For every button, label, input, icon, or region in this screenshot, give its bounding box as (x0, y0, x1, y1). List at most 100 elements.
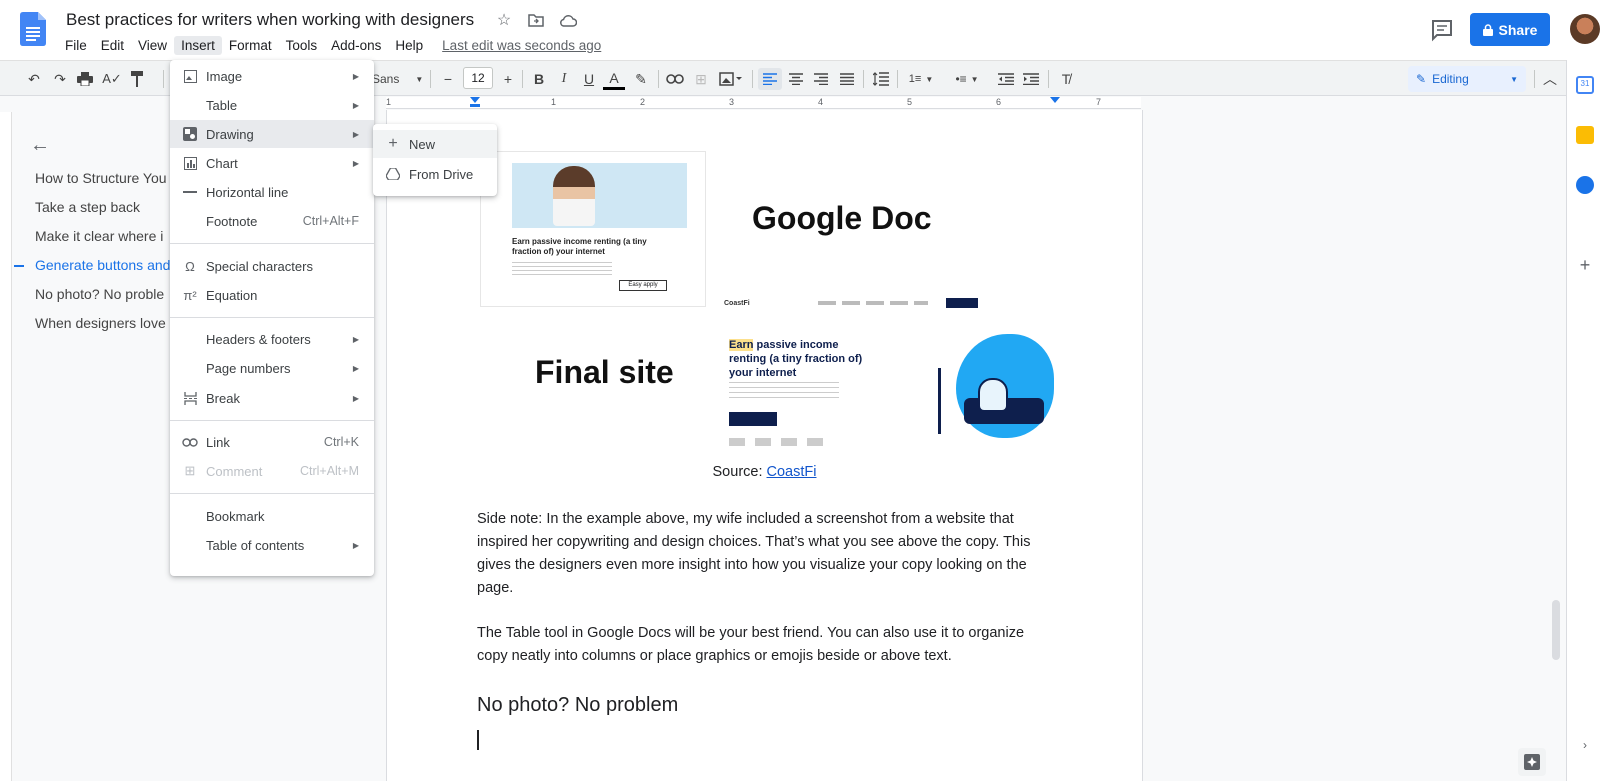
underline-icon[interactable]: U (578, 68, 600, 90)
paragraph[interactable]: The Table tool in Google Docs will be yo… (477, 622, 1057, 668)
align-left-icon[interactable] (758, 68, 782, 90)
outline-item[interactable]: When designers love (0, 315, 172, 344)
menu-item-table-of-contents[interactable]: Table of contents ▶ (170, 531, 374, 559)
highlight-color-icon[interactable]: ✎ (630, 68, 652, 90)
horizontal-ruler[interactable]: 1 1 2 3 4 5 6 7 (386, 97, 1141, 109)
share-button[interactable]: Share (1470, 13, 1550, 46)
avatar[interactable] (1570, 14, 1600, 44)
menu-item-page-numbers[interactable]: Page numbers ▶ (170, 354, 374, 382)
menu-item-headers-footers[interactable]: Headers & footers ▶ (170, 325, 374, 353)
keep-icon[interactable] (1576, 126, 1594, 144)
scrollbar[interactable] (1552, 600, 1560, 660)
submenu-arrow-icon: ▶ (352, 334, 359, 344)
menu-item-bookmark[interactable]: Bookmark (170, 502, 374, 530)
drive-icon (385, 166, 401, 182)
menu-help[interactable]: Help (388, 36, 430, 55)
outline-item[interactable]: How to Structure You (0, 170, 172, 199)
heading[interactable]: No photo? No problem (477, 694, 678, 717)
cloud-status-icon[interactable] (558, 10, 578, 30)
star-icon[interactable]: ☆ (494, 10, 514, 30)
chevron-down-icon: ▼ (1510, 74, 1518, 84)
submenu-arrow-icon: ▶ (352, 363, 359, 373)
outline-item[interactable]: Make it clear where i (0, 228, 172, 257)
undo-icon[interactable]: ↶ (24, 68, 44, 90)
menu-file[interactable]: File (58, 36, 94, 55)
expand-panel-icon[interactable]: › (1576, 736, 1594, 754)
line-spacing-icon[interactable] (870, 68, 892, 90)
outline-item[interactable]: Take a step back (0, 199, 172, 228)
coastfi-link[interactable]: CoastFi (767, 464, 817, 480)
image2-headline: Earn passive income renting (a tiny frac… (729, 339, 863, 379)
menu-item-special-characters[interactable]: Ω Special characters (170, 252, 374, 280)
menu-edit[interactable]: Edit (94, 36, 131, 55)
outline-item[interactable]: No photo? No proble (0, 286, 172, 315)
align-right-icon[interactable] (810, 68, 832, 90)
clear-formatting-icon[interactable]: T̸ (1055, 68, 1077, 90)
submenu-arrow-icon: ▶ (352, 393, 359, 403)
print-icon[interactable] (75, 68, 95, 90)
move-folder-icon[interactable] (526, 10, 546, 30)
menu-item-chart[interactable]: Chart ▶ (170, 149, 374, 177)
submenu-arrow-icon: ▶ (352, 540, 359, 550)
image1-headline: Earn passive income renting (a tiny frac… (512, 237, 647, 256)
menu-addons[interactable]: Add-ons (324, 36, 388, 55)
menu-insert[interactable]: Insert (174, 36, 222, 55)
calendar-icon[interactable]: 31 (1576, 76, 1594, 94)
submenu-item-new[interactable]: + New (373, 130, 497, 158)
menu-format[interactable]: Format (222, 36, 279, 55)
explore-button[interactable] (1518, 748, 1546, 776)
menu-item-image[interactable]: Image ▶ (170, 62, 374, 90)
decrease-font-size-icon[interactable]: − (438, 68, 458, 90)
outline-item-active[interactable]: Generate buttons and (0, 257, 172, 286)
editing-mode-select[interactable]: ✎ Editing ▼ (1408, 66, 1526, 92)
increase-indent-icon[interactable] (1020, 68, 1042, 90)
redo-icon[interactable]: ↷ (50, 68, 70, 90)
docs-logo-icon[interactable] (20, 12, 46, 46)
tasks-icon[interactable] (1576, 176, 1594, 194)
document-page[interactable]: Earn passive income renting (a tiny frac… (386, 110, 1143, 781)
right-indent-marker-icon[interactable] (1050, 97, 1060, 107)
menu-item-horizontal-line[interactable]: Horizontal line (170, 178, 374, 206)
comments-icon[interactable] (1430, 18, 1454, 42)
decrease-indent-icon[interactable] (995, 68, 1017, 90)
menu-item-drawing[interactable]: Drawing ▶ (170, 120, 374, 148)
document-outline: How to Structure You Take a step back Ma… (0, 170, 172, 344)
explore-icon (1524, 754, 1540, 770)
insert-image-icon[interactable] (716, 68, 746, 90)
bold-icon[interactable]: B (528, 68, 550, 90)
menu-tools[interactable]: Tools (279, 36, 325, 55)
submenu-arrow-icon: ▶ (352, 100, 359, 110)
add-comment-icon[interactable]: ⊞ (690, 68, 712, 90)
horizontal-line-icon (182, 184, 198, 200)
paint-format-icon[interactable] (128, 68, 148, 90)
back-arrow-icon[interactable]: ← (30, 134, 50, 156)
increase-font-size-icon[interactable]: + (498, 68, 518, 90)
coastfi-logo: CoastFi (724, 300, 750, 307)
google-doc-screenshot-image[interactable]: Earn passive income renting (a tiny frac… (481, 152, 705, 306)
font-family-select[interactable]: Sans ▼ (372, 68, 424, 90)
menu-item-break[interactable]: Break ▶ (170, 384, 374, 412)
menu-item-table[interactable]: Table ▶ (170, 91, 374, 119)
left-indent-marker-icon[interactable] (470, 97, 480, 107)
justify-icon[interactable] (836, 68, 858, 90)
align-center-icon[interactable] (785, 68, 807, 90)
spellcheck-icon[interactable]: A✓ (102, 68, 122, 90)
menu-item-link[interactable]: Link Ctrl+K (170, 428, 374, 456)
bulleted-list-icon[interactable]: •≡ ▼ (950, 68, 984, 90)
document-title[interactable]: Best practices for writers when working … (66, 10, 474, 30)
last-edit-link[interactable]: Last edit was seconds ago (442, 36, 601, 55)
numbered-list-icon[interactable]: 1≡ ▼ (904, 68, 938, 90)
menu-item-footnote[interactable]: Footnote Ctrl+Alt+F (170, 207, 374, 235)
paragraph[interactable]: Side note: In the example above, my wife… (477, 508, 1057, 600)
final-site-screenshot-image[interactable]: CoastFi Earn passive income renting (a t… (724, 298, 1054, 458)
menu-view[interactable]: View (131, 36, 174, 55)
add-addon-icon[interactable]: + (1576, 256, 1594, 274)
insert-link-icon[interactable] (664, 68, 686, 90)
hide-menus-icon[interactable]: ︿ (1540, 68, 1560, 90)
italic-icon[interactable]: I (553, 68, 575, 90)
font-size-input[interactable]: 12 (463, 67, 493, 89)
text-color-icon[interactable]: A (603, 68, 625, 90)
menu-item-equation[interactable]: π² Equation (170, 281, 374, 309)
submenu-item-from-drive[interactable]: From Drive (373, 160, 497, 188)
menu-item-comment[interactable]: ⊞ Comment Ctrl+Alt+M (170, 457, 374, 485)
